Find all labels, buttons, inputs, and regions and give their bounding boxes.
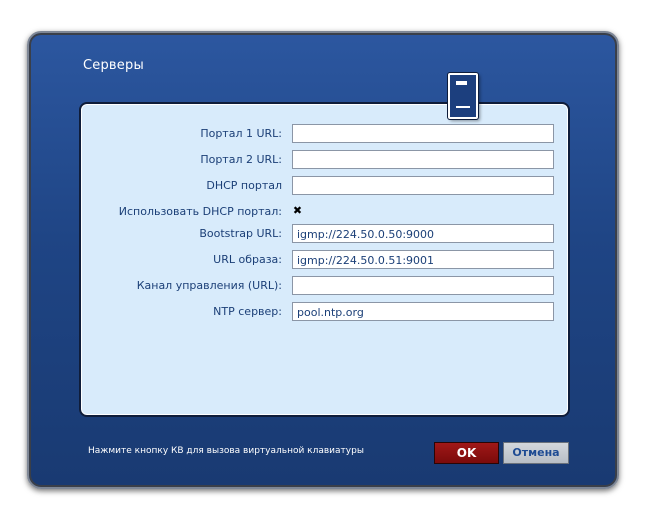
settings-panel: Портал 1 URL: Портал 2 URL: DHCP портал … <box>79 102 570 417</box>
field-row-ntp: NTP сервер: pool.ntp.org <box>81 302 568 322</box>
control-channel-label: Канал управления (URL): <box>136 279 282 292</box>
bootstrap-url-label: Bootstrap URL: <box>199 227 282 240</box>
field-row-dhcp-portal: DHCP портал <box>81 176 568 196</box>
field-row-use-dhcp: Использовать DHCP портал: ✖ <box>81 202 568 222</box>
server-slot <box>456 81 467 85</box>
dhcp-portal-input[interactable] <box>292 176 554 195</box>
portal2-url-label: Портал 2 URL: <box>200 153 282 166</box>
cancel-button[interactable]: Отмена <box>503 442 569 464</box>
field-row-portal1: Портал 1 URL: <box>81 124 568 144</box>
server-icon <box>448 73 478 119</box>
field-row-control-channel: Канал управления (URL): <box>81 276 568 296</box>
servers-dialog: Серверы Портал 1 URL: Портал 2 URL: DHCP… <box>27 31 619 489</box>
server-led <box>456 106 470 108</box>
control-channel-input[interactable] <box>292 276 554 295</box>
ok-button[interactable]: OK <box>434 442 499 464</box>
image-url-label: URL образа: <box>213 253 282 266</box>
field-row-portal2: Портал 2 URL: <box>81 150 568 170</box>
field-row-image-url: URL образа: igmp://224.50.0.51:9001 <box>81 250 568 270</box>
field-row-bootstrap: Bootstrap URL: igmp://224.50.0.50:9000 <box>81 224 568 244</box>
use-dhcp-portal-label: Использовать DHCP портал: <box>118 205 282 218</box>
use-dhcp-portal-checkbox[interactable]: ✖ <box>292 205 303 216</box>
ntp-server-input[interactable]: pool.ntp.org <box>292 302 554 321</box>
portal1-url-label: Портал 1 URL: <box>200 127 282 140</box>
portal2-url-input[interactable] <box>292 150 554 169</box>
keyboard-hint: Нажмите кнопку КВ для вызова виртуальной… <box>88 446 364 456</box>
ntp-server-label: NTP сервер: <box>213 305 282 318</box>
bootstrap-url-input[interactable]: igmp://224.50.0.50:9000 <box>292 224 554 243</box>
dhcp-portal-label: DHCP портал <box>206 179 282 192</box>
portal1-url-input[interactable] <box>292 124 554 143</box>
dialog-title: Серверы <box>83 58 144 73</box>
image-url-input[interactable]: igmp://224.50.0.51:9001 <box>292 250 554 269</box>
